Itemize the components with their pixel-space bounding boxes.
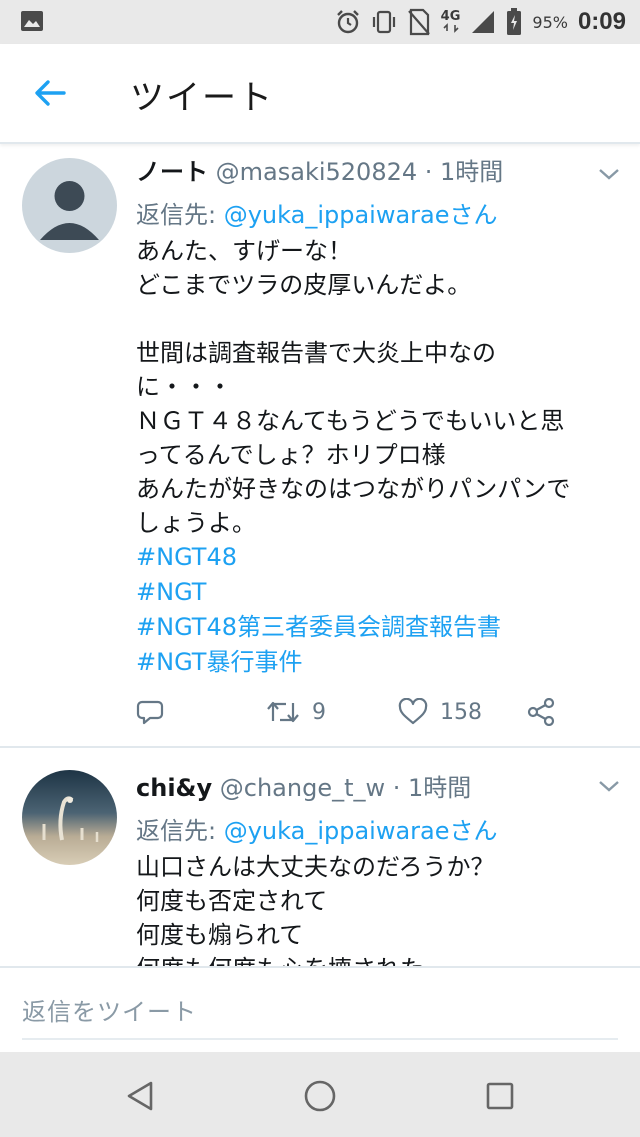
- reply-to-label: 返信先:: [136, 201, 224, 229]
- display-name[interactable]: chi&y: [136, 774, 212, 802]
- reply-mention-link[interactable]: @yuka_ippaiwaraeさん: [224, 201, 498, 229]
- nav-back-button[interactable]: [118, 1074, 162, 1118]
- tweet-content: ノート @masaki520824 · 1時間 返信先: @yuka_ippai…: [136, 152, 616, 680]
- hashtag-link[interactable]: #NGT暴行事件: [136, 645, 616, 680]
- retweet-count: 9: [312, 699, 326, 725]
- display-name[interactable]: ノート: [136, 158, 208, 186]
- triangle-back-icon: [125, 1080, 155, 1112]
- alarm-icon: [335, 9, 361, 35]
- nav-recents-button[interactable]: [478, 1074, 522, 1118]
- tweet-text: 山口さんは大丈夫なのだろうか？ 何度も否定されて 何度も煽られて 何度も何度も心…: [136, 853, 495, 966]
- tweet-header: ノート @masaki520824 · 1時間: [136, 152, 616, 187]
- vibrate-icon: [371, 9, 397, 35]
- reply-input[interactable]: 返信をツイート: [22, 992, 618, 1040]
- hashtag-link[interactable]: #NGT48: [136, 540, 616, 575]
- timestamp: · 1時間: [392, 774, 472, 802]
- no-sim-icon: [407, 8, 431, 36]
- reply-mention-link[interactable]: @yuka_ippaiwaraeさん: [224, 817, 498, 845]
- reply-composer: 返信をツイート: [0, 966, 640, 1054]
- reply-to: 返信先: @yuka_ippaiwaraeさん: [136, 195, 616, 230]
- nav-home-button[interactable]: [298, 1074, 342, 1118]
- tweet-header: chi&y @change_t_w · 1時間: [136, 768, 616, 803]
- back-button[interactable]: [30, 75, 70, 111]
- reply-icon: [136, 698, 164, 726]
- app-bar: ツイート: [0, 44, 640, 144]
- timeline: ノート @masaki520824 · 1時間 返信先: @yuka_ippai…: [0, 144, 640, 966]
- page-title: ツイート: [130, 78, 274, 118]
- retweet-icon: [266, 699, 300, 725]
- share-icon: [526, 698, 556, 726]
- share-button[interactable]: [526, 692, 556, 732]
- tweet-actions: 9 158: [136, 692, 606, 732]
- arrow-left-icon: [34, 79, 66, 107]
- heart-icon: [398, 698, 428, 726]
- image-icon: [20, 10, 44, 32]
- handle[interactable]: @masaki520824: [216, 158, 417, 186]
- retweet-button[interactable]: 9: [266, 692, 326, 732]
- handle[interactable]: @change_t_w: [220, 774, 385, 802]
- timestamp: · 1時間: [424, 158, 504, 186]
- status-bar: 4G 95% 0:09: [0, 0, 640, 44]
- avatar[interactable]: [22, 158, 117, 253]
- like-count: 158: [440, 699, 482, 725]
- network-type: 4G: [441, 10, 460, 33]
- like-button[interactable]: 158: [398, 692, 482, 732]
- circle-home-icon: [303, 1079, 337, 1113]
- tweet-content: chi&y @change_t_w · 1時間 返信先: @yuka_ippai…: [136, 768, 616, 966]
- square-recents-icon: [485, 1081, 515, 1111]
- navigation-bar: [0, 1052, 640, 1137]
- hashtag-list: #NGT48 #NGT #NGT48第三者委員会調査報告書 #NGT暴行事件: [136, 540, 616, 680]
- signal-icon: [470, 9, 496, 35]
- reply-button[interactable]: [136, 692, 164, 732]
- hashtag-link[interactable]: #NGT: [136, 575, 616, 610]
- battery-icon: [506, 8, 522, 36]
- hashtag-link[interactable]: #NGT48第三者委員会調査報告書: [136, 610, 616, 645]
- battery-percent: 95%: [532, 12, 568, 32]
- avatar[interactable]: [22, 770, 117, 865]
- tweet-text: あんた、すげーな！ どこまでツラの皮厚いんだよ。 世間は調査報告書で大炎上中なの…: [136, 237, 571, 537]
- divider: [0, 746, 640, 748]
- clock: 0:09: [577, 8, 626, 35]
- reply-to-label: 返信先:: [136, 817, 224, 845]
- reply-to: 返信先: @yuka_ippaiwaraeさん: [136, 811, 616, 846]
